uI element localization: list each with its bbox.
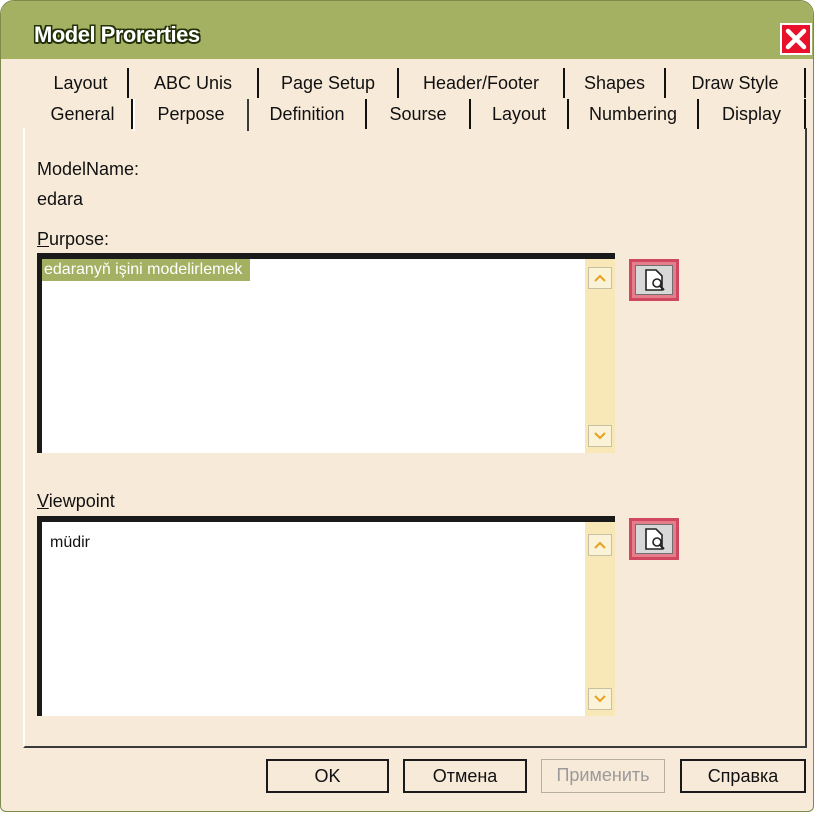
tab-draw-style[interactable]: Draw Style: [666, 68, 806, 98]
purpose-text: edaranyň işini modelirlemek: [42, 259, 251, 281]
viewpoint-label-text: iewpoint: [48, 491, 115, 511]
cancel-button[interactable]: Отмена: [403, 759, 527, 793]
purpose-accesskey: P: [37, 229, 50, 249]
help-button[interactable]: Справка: [680, 759, 806, 793]
scroll-up-button[interactable]: [588, 267, 612, 289]
viewpoint-browse-button[interactable]: [629, 518, 679, 560]
scroll-up-button[interactable]: [588, 534, 612, 556]
tab-shapes[interactable]: Shapes: [565, 68, 666, 98]
purpose-textarea[interactable]: edaranyň işini modelirlemek: [37, 253, 615, 453]
chevron-down-icon: [594, 432, 606, 440]
purpose-scrollbar[interactable]: [585, 259, 615, 453]
tab-layout-page[interactable]: Layout: [34, 68, 129, 98]
tab-abc-units[interactable]: ABC Unis: [129, 68, 259, 98]
close-icon: [785, 28, 807, 50]
tab-page-setup[interactable]: Page Setup: [259, 68, 399, 98]
viewpoint-textarea[interactable]: müdir: [37, 516, 615, 716]
tab-perpose[interactable]: Perpose: [133, 99, 249, 131]
viewpoint-label: Viewpoint: [37, 491, 115, 512]
close-button[interactable]: [780, 23, 812, 55]
tab-general[interactable]: General: [34, 99, 133, 129]
tab-definition[interactable]: Definition: [249, 99, 367, 129]
window-title: Model Prorerties: [34, 22, 200, 47]
tab-sourse[interactable]: Sourse: [367, 99, 471, 129]
document-search-icon: [635, 524, 673, 554]
purpose-label-text: urpose:: [49, 229, 110, 249]
tab-header-footer[interactable]: Header/Footer: [399, 68, 565, 98]
viewpoint-text: müdir: [50, 534, 91, 551]
tab-display[interactable]: Display: [699, 99, 806, 129]
model-name-value: edara: [37, 189, 84, 209]
model-properties-dialog: Model Prorerties Layout ABC Unis Page Se…: [0, 0, 814, 812]
model-name-label: ModelName:: [37, 159, 140, 179]
document-search-icon: [635, 265, 673, 295]
ok-button[interactable]: OK: [266, 759, 389, 793]
chevron-up-icon: [594, 541, 606, 549]
scroll-down-button[interactable]: [588, 688, 612, 710]
tab-layout[interactable]: Layout: [471, 99, 569, 129]
purpose-label: Purpose:: [37, 229, 109, 250]
scroll-down-button[interactable]: [588, 425, 612, 447]
tab-numbering[interactable]: Numbering: [569, 99, 699, 129]
title-bar[interactable]: Model Prorerties: [1, 1, 813, 59]
viewpoint-scrollbar[interactable]: [585, 522, 615, 716]
chevron-down-icon: [594, 695, 606, 703]
viewpoint-accesskey: V: [37, 491, 49, 511]
chevron-up-icon: [594, 274, 606, 282]
purpose-browse-button[interactable]: [629, 259, 679, 301]
apply-button[interactable]: Применить: [541, 759, 665, 793]
